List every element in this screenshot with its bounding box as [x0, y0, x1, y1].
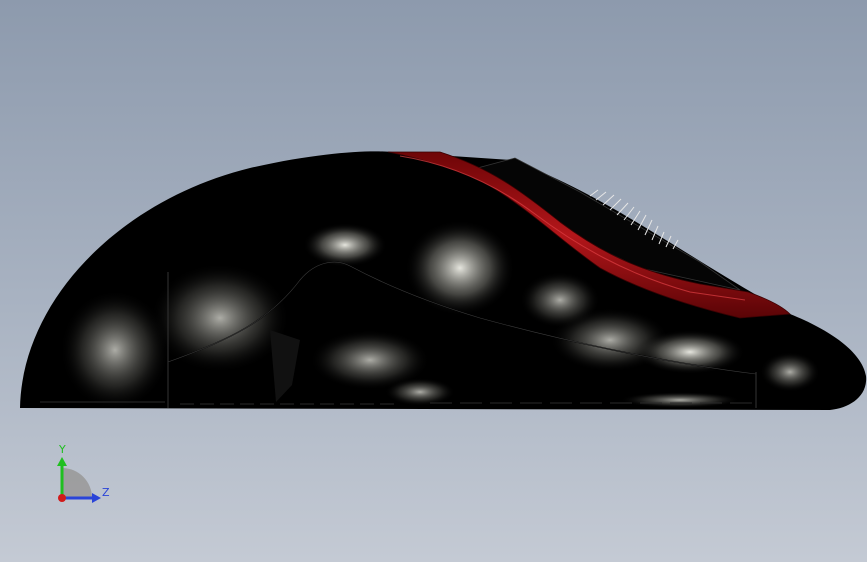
triad-quarter-disc — [62, 468, 92, 498]
z-axis-label: Z — [102, 486, 110, 499]
y-axis-label: Y — [59, 443, 66, 456]
z-axis-arrow-icon — [92, 493, 101, 503]
graphics-viewport[interactable]: Y Z — [0, 0, 867, 562]
axis-triad — [57, 457, 101, 503]
x-axis-origin-icon — [58, 494, 66, 502]
mouse-3d-model[interactable] — [0, 0, 867, 562]
y-axis-arrow-icon — [57, 457, 67, 466]
